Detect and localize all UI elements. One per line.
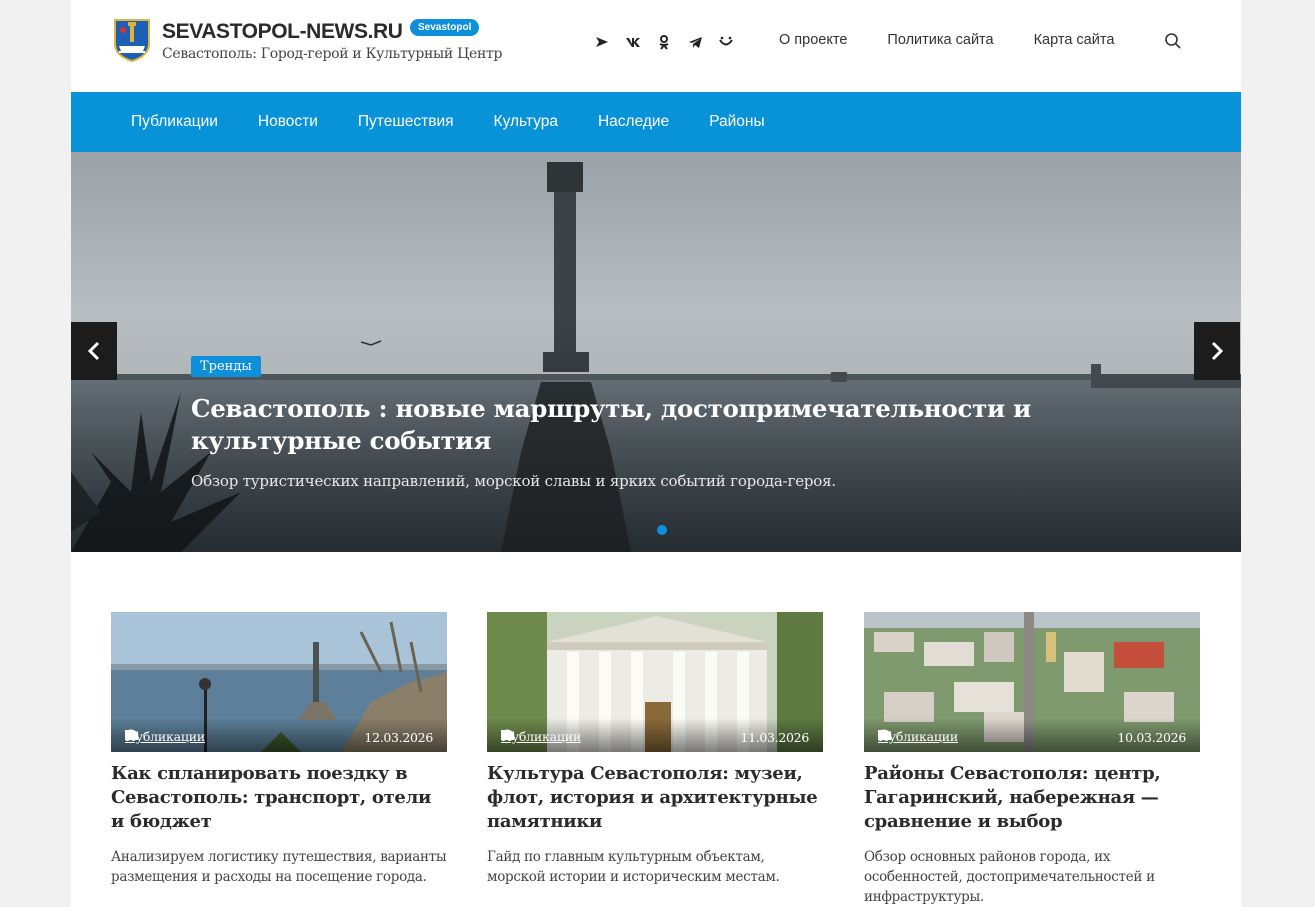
post-excerpt: Анализируем логистику путешествия, вариа… [111,849,447,885]
post-title[interactable]: Культура Севастополя: музеи, флот, истор… [487,762,823,834]
nav-item-heritage[interactable]: Наследие [598,113,669,131]
post-thumbnail[interactable]: Публикации 12.03.2026 [111,612,447,752]
nav-item-publications[interactable]: Публикации [131,113,218,131]
post-title[interactable]: Как спланировать поездку в Севастополь: … [111,762,447,834]
nav-item-news[interactable]: Новости [258,113,318,131]
slider-dots [657,525,667,535]
post-card: Публикации 12.03.2026 Как спланировать п… [111,612,447,887]
site-header: SEVASTOPOL-NEWS.RU Sevastopol Севастопол… [71,0,1241,92]
about-link[interactable]: О проекте [779,32,847,48]
post-date: 10.03.2026 [1117,730,1186,745]
vk-icon[interactable] [624,33,642,51]
site-badge: Sevastopol [410,19,480,36]
post-card: Публикации 10.03.2026 Районы Севастополя… [864,612,1200,907]
post-date: 12.03.2026 [364,730,433,745]
social-links [593,33,735,51]
telegram-icon[interactable] [686,33,704,51]
page: SEVASTOPOL-NEWS.RU Sevastopol Севастопол… [71,0,1241,907]
top-links: О проекте Политика сайта Карта сайта [779,32,1154,48]
slider-dot[interactable] [657,525,667,535]
nav-item-culture[interactable]: Культура [494,113,558,131]
comments-icon [125,729,137,741]
odnoklassniki-icon[interactable] [655,33,673,51]
post-excerpt: Гайд по главным культурным объектам, мор… [487,849,780,885]
sitemap-link[interactable]: Карта сайта [1034,32,1115,48]
comments-icon [501,729,513,741]
post-grid: Публикации 12.03.2026 Как спланировать п… [111,612,1201,907]
sevastopol-coat-of-arms-logo[interactable] [113,18,151,62]
site-name[interactable]: SEVASTOPOL-NEWS.RU [162,20,403,44]
post-date: 11.03.2026 [740,730,809,745]
slider-next-button[interactable] [1194,322,1240,380]
yandex-zen-icon[interactable] [593,33,611,51]
post-card: Публикации 11.03.2026 Культура Севастопо… [487,612,823,887]
hero-category-badge[interactable]: Тренды [191,356,261,377]
post-excerpt: Обзор основных районов города, их особен… [864,849,1155,905]
hero-title[interactable]: Севастополь : новые маршруты, достоприме… [191,393,1061,457]
post-thumbnail[interactable]: Публикации 11.03.2026 [487,612,823,752]
policy-link[interactable]: Политика сайта [887,32,993,48]
hero-slider: Тренды Севастополь : новые маршруты, дос… [71,152,1241,552]
comments-icon [878,729,890,741]
search-icon[interactable] [1164,32,1182,50]
site-tagline: Севастополь: Город-герой и Культурный Це… [162,46,503,62]
hero-description: Обзор туристических направлений, морской… [191,472,836,490]
max-icon[interactable] [717,33,735,51]
post-title[interactable]: Районы Севастополя: центр, Гагаринский, … [864,762,1200,834]
post-thumbnail[interactable]: Публикации 10.03.2026 [864,612,1200,752]
main-nav: Публикации Новости Путешествия Культура … [71,92,1241,152]
nav-item-travel[interactable]: Путешествия [358,113,454,131]
slider-prev-button[interactable] [71,322,117,380]
nav-item-districts[interactable]: Районы [709,113,764,131]
